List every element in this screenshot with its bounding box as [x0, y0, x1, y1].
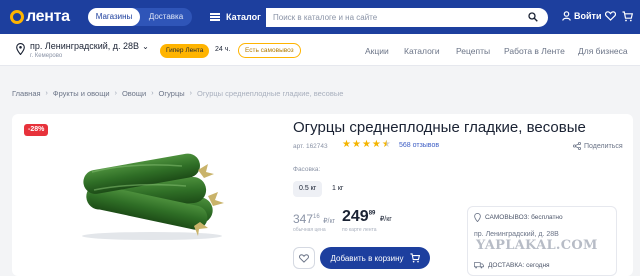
card-price-note: по карте лента [342, 227, 377, 233]
share-icon [573, 142, 581, 150]
add-to-cart-label: Добавить в корзину [330, 253, 404, 263]
breadcrumb-current: Огурцы среднеплодные гладкие, весовые [196, 89, 344, 98]
share-button[interactable]: Поделиться [573, 142, 623, 150]
cart-icon [409, 253, 420, 263]
search-input[interactable] [273, 8, 513, 27]
chevron-right-icon: › [114, 90, 117, 97]
pickup-info: САМОВЫВОЗ: бесплатно [474, 213, 563, 222]
reviews-link[interactable]: 568 отзывов [399, 142, 439, 149]
nav-business[interactable]: Для бизнеса [578, 46, 628, 56]
location-pin-icon [474, 213, 481, 222]
star-icon: ★ [351, 139, 361, 150]
login-button[interactable]: Войти [562, 11, 601, 21]
logo-icon [10, 10, 24, 24]
add-to-favorites-button[interactable] [293, 247, 315, 269]
nav-careers[interactable]: Работа в Ленте [504, 46, 565, 56]
login-label: Войти [574, 11, 602, 21]
pickup-text: САМОВЫВОЗ: бесплатно [485, 214, 563, 221]
old-price-main: 347 [293, 212, 314, 226]
nav-catalogs[interactable]: Каталоги [404, 46, 440, 56]
location-pin-icon [16, 43, 25, 55]
old-price-unit: ₽/кг [323, 218, 336, 225]
star-icon: ★ [361, 139, 371, 150]
pickup-badge: Есть самовывоз [238, 43, 301, 58]
catalog-label: Каталог [226, 12, 261, 22]
share-label: Поделиться [584, 142, 623, 150]
logo[interactable]: лента [10, 8, 70, 26]
pickup-address: пр. Ленинградский, д. 28В [474, 231, 559, 238]
nav-recipes[interactable]: Рецепты [456, 46, 490, 56]
user-icon [562, 11, 571, 21]
store-delivery-switch: Магазины Доставка [88, 8, 192, 26]
product-article: арт. 162743 [293, 143, 328, 150]
chevron-right-icon: › [45, 90, 48, 97]
breadcrumb-fruits-vegetables[interactable]: Фрукты и овощи [53, 89, 110, 98]
logo-text: лента [26, 8, 70, 25]
tab-stores[interactable]: Магазины [88, 8, 140, 26]
store-type-badge: Гипер Лента [160, 44, 210, 58]
old-price: 34716 ₽/кг [293, 212, 335, 226]
star-half-icon: ★ [381, 139, 391, 150]
truck-icon [474, 262, 484, 269]
store-city: г. Кемерово [30, 53, 63, 59]
store-hours: 24 ч. [215, 46, 231, 53]
chevron-right-icon: › [189, 90, 192, 97]
nav-promos[interactable]: Акции [365, 46, 389, 56]
card-price-unit: ₽/кг [379, 216, 392, 223]
breadcrumb-home[interactable]: Главная [12, 89, 41, 98]
weight-label: Фасовка: [293, 166, 321, 173]
favorites-icon[interactable] [605, 11, 616, 21]
old-price-note: обычная цена [293, 227, 326, 233]
search-icon[interactable] [528, 12, 538, 22]
store-bar: пр. Ленинградский, д. 28В ⌄ г. Кемерово Г… [0, 34, 640, 66]
star-icon: ★ [342, 139, 351, 150]
chevron-down-icon: ⌄ [142, 42, 149, 51]
product-image[interactable] [70, 150, 230, 242]
cart-icon[interactable] [622, 11, 633, 22]
store-address[interactable]: пр. Ленинградский, д. 28В ⌄ [30, 41, 149, 51]
add-to-cart-button[interactable]: Добавить в корзину [320, 247, 430, 269]
store-address-text: пр. Ленинградский, д. 28В [30, 41, 140, 51]
card-price-main: 249 [342, 208, 369, 225]
watermark: YAPLAKAL.COM [476, 238, 598, 253]
old-price-cents: 16 [313, 214, 320, 220]
star-icon: ★ [371, 139, 381, 150]
discount-badge: -28% [24, 124, 49, 136]
weight-option[interactable]: 1 кг [326, 181, 349, 197]
card-price: 24989 ₽/кг [342, 208, 392, 226]
breadcrumb-vegetables[interactable]: Овощи [122, 89, 146, 98]
delivery-info: ДОСТАВКА: сегодня [474, 262, 550, 269]
tab-delivery[interactable]: Доставка [140, 8, 192, 26]
breadcrumb-cucumbers[interactable]: Огурцы [159, 89, 185, 98]
catalog-button[interactable]: Каталог [206, 8, 264, 26]
top-bar: лента Магазины Доставка Каталог Войти [0, 0, 640, 34]
heart-icon [299, 253, 309, 263]
rating-stars: ★ ★ ★ ★ ★ [342, 140, 392, 150]
card-price-cents: 89 [368, 210, 376, 217]
breadcrumb: Главная › Фрукты и овощи › Овощи › Огурц… [12, 89, 343, 98]
search-box [266, 8, 548, 27]
menu-icon [210, 13, 220, 21]
weight-option-selected[interactable]: 0.5 кг [293, 181, 323, 197]
chevron-right-icon: › [151, 90, 154, 97]
product-title: Огурцы среднеплодные гладкие, весовые [293, 119, 586, 136]
delivery-text: ДОСТАВКА: сегодня [488, 262, 550, 269]
